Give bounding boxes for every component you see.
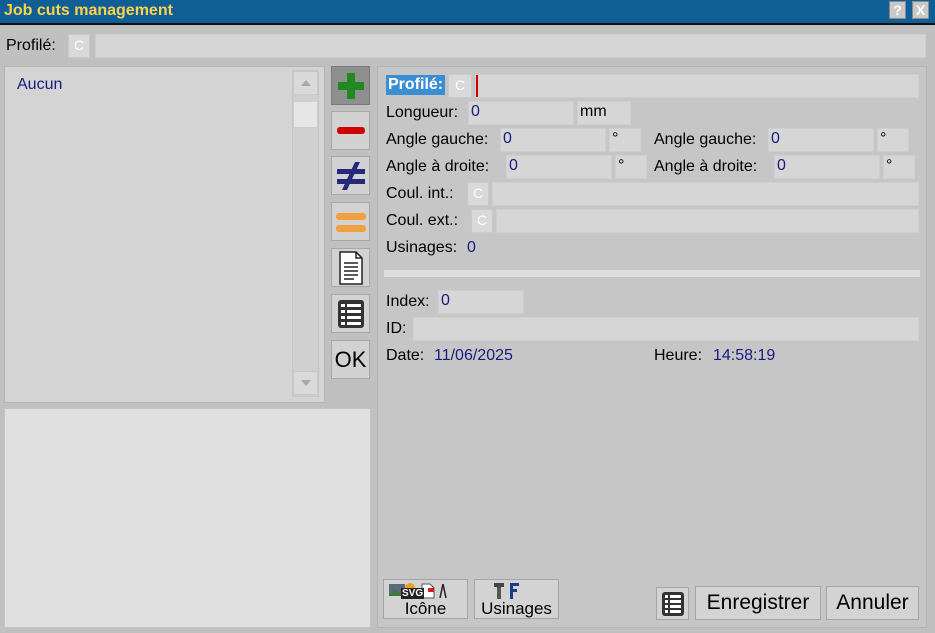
angle-left-unit: ° bbox=[609, 128, 641, 152]
length-label: Longueur: bbox=[386, 104, 459, 121]
profile-list[interactable] bbox=[4, 66, 325, 403]
compare-equal-button[interactable] bbox=[331, 202, 370, 241]
angle-right-label: Angle à droite: bbox=[386, 158, 490, 175]
equal-icon bbox=[335, 212, 366, 232]
angle-left-field[interactable]: 0 bbox=[500, 128, 606, 152]
angle-right-field[interactable]: 0 bbox=[506, 155, 612, 179]
length-unit: mm bbox=[577, 101, 631, 125]
icon-button-label: Icône bbox=[404, 599, 447, 618]
machinings-button-label: Usinages bbox=[481, 599, 552, 618]
form-profile-label: Profilé: bbox=[386, 75, 446, 95]
top-profile-field[interactable] bbox=[95, 34, 926, 58]
plus-icon bbox=[337, 72, 364, 99]
remove-button[interactable] bbox=[331, 111, 370, 150]
id-label: ID: bbox=[386, 320, 407, 337]
angle-left2-field[interactable]: 0 bbox=[768, 128, 874, 152]
form-profile-field[interactable] bbox=[475, 74, 919, 98]
list-item[interactable]: Aucun bbox=[15, 75, 62, 95]
window-title: Job cuts management bbox=[4, 2, 173, 19]
scroll-thumb[interactable] bbox=[293, 101, 318, 128]
length-field[interactable]: 0 bbox=[468, 101, 574, 125]
tools-icon bbox=[494, 583, 519, 599]
time-value: 14:58:19 bbox=[713, 347, 776, 364]
ext-color-label: Coul. ext.: bbox=[386, 212, 459, 229]
ok-button[interactable]: OK bbox=[331, 340, 370, 379]
add-button[interactable] bbox=[331, 66, 370, 105]
angle-right2-unit: ° bbox=[883, 155, 915, 179]
index-field[interactable]: 0 bbox=[438, 290, 524, 314]
cancel-button[interactable]: Annuler bbox=[826, 586, 919, 620]
date-label: Date: bbox=[386, 347, 425, 364]
angle-right-unit: ° bbox=[615, 155, 647, 179]
not-equal-icon bbox=[336, 161, 365, 190]
index-label: Index: bbox=[386, 293, 430, 310]
time-label: Heure: bbox=[654, 347, 703, 364]
close-button[interactable]: X bbox=[912, 1, 929, 19]
icon-button[interactable]: SVG Icône bbox=[383, 579, 468, 619]
angle-right2-field[interactable]: 0 bbox=[774, 155, 880, 179]
top-profile-c-button[interactable]: C bbox=[68, 34, 90, 58]
int-color-field[interactable] bbox=[492, 182, 919, 206]
preview-panel bbox=[4, 408, 371, 628]
compare-different-button[interactable] bbox=[331, 156, 370, 195]
angle-left-label: Angle gauche: bbox=[386, 131, 489, 148]
section-divider bbox=[384, 270, 920, 277]
scroll-down-button[interactable] bbox=[293, 371, 318, 395]
title-divider bbox=[0, 23, 935, 25]
arrow-up-icon bbox=[300, 80, 311, 86]
top-profile-label: Profilé: bbox=[6, 37, 56, 54]
table-icon bbox=[337, 299, 364, 328]
machinings-value: 0 bbox=[467, 239, 476, 256]
svg-badge: SVG bbox=[401, 588, 425, 599]
document-icon bbox=[338, 250, 363, 285]
machinings-button[interactable]: Usinages bbox=[474, 579, 559, 619]
angle-left2-label: Angle gauche: bbox=[654, 131, 757, 148]
ext-color-c-button[interactable]: C bbox=[471, 209, 493, 233]
int-color-c-button[interactable]: C bbox=[467, 182, 489, 206]
scroll-up-button[interactable] bbox=[293, 71, 318, 95]
form-profile-c-button[interactable]: C bbox=[448, 74, 472, 98]
int-color-label: Coul. int.: bbox=[386, 185, 454, 202]
ext-color-field[interactable] bbox=[496, 209, 919, 233]
machinings-label: Usinages: bbox=[386, 239, 458, 256]
table-view-button[interactable] bbox=[331, 294, 370, 333]
table-icon bbox=[661, 591, 684, 616]
document-button[interactable] bbox=[331, 248, 370, 287]
arrow-down-icon bbox=[300, 380, 311, 386]
save-button[interactable]: Enregistrer bbox=[695, 586, 821, 620]
minus-icon bbox=[336, 126, 365, 134]
help-button[interactable]: ? bbox=[889, 1, 906, 19]
bottom-table-button[interactable] bbox=[656, 587, 689, 620]
id-field[interactable] bbox=[413, 317, 919, 341]
angle-left2-unit: ° bbox=[877, 128, 909, 152]
angle-right2-label: Angle à droite: bbox=[654, 158, 758, 175]
date-value: 11/06/2025 bbox=[434, 347, 513, 364]
text-cursor bbox=[476, 75, 478, 97]
